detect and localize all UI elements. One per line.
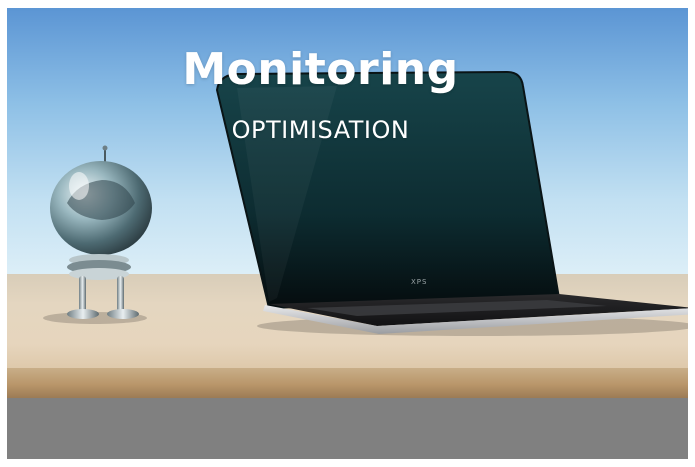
robot-figure xyxy=(43,145,152,324)
banner-subtitle: OPTIMISATION xyxy=(231,116,410,144)
laptop xyxy=(215,70,688,336)
laptop-brand-label: XPS xyxy=(411,278,428,286)
hero-scene: Monitoring OPTIMISATION XPS xyxy=(7,8,688,459)
banner-title: Monitoring xyxy=(182,44,459,95)
